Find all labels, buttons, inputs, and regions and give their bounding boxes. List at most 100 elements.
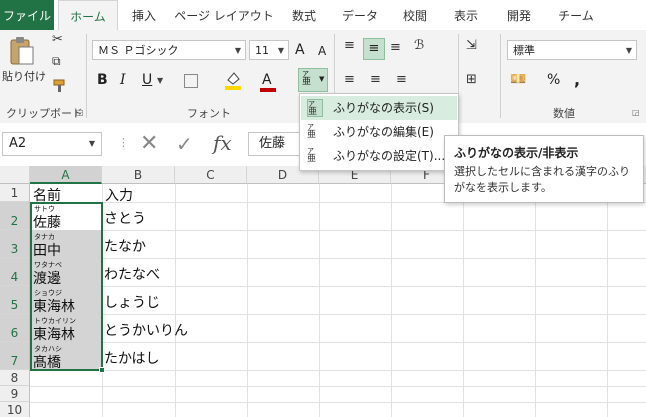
- comma-button[interactable]: ,: [574, 70, 580, 89]
- menu-item-edit-phonetic[interactable]: ア亜 ふりがなの編集(E): [301, 120, 457, 144]
- cell-b6[interactable]: とうかいりん: [104, 320, 188, 340]
- underline-button[interactable]: U: [142, 72, 152, 88]
- font-group-label: フォント: [187, 107, 231, 120]
- row-header-1[interactable]: 1: [0, 184, 30, 202]
- percent-button[interactable]: %: [547, 72, 560, 88]
- font-name-dropdown[interactable]: ＭＳ Ｐゴシック ▼: [92, 40, 246, 60]
- tab-file[interactable]: ファイル: [0, 0, 54, 30]
- align-center-icon[interactable]: ≡: [370, 72, 381, 87]
- column-header-c[interactable]: C: [175, 166, 247, 184]
- orientation-icon[interactable]: ℬ: [414, 38, 424, 53]
- fill-color-icon[interactable]: [224, 70, 242, 93]
- row-header-7[interactable]: 7: [0, 342, 30, 370]
- cell-b3[interactable]: たなか: [104, 236, 146, 256]
- tab-view[interactable]: 表示: [442, 0, 490, 30]
- wrap-text-icon[interactable]: ⇲: [466, 38, 477, 53]
- name-box[interactable]: A2 ▼: [2, 132, 102, 156]
- cell-a5[interactable]: 東海林: [33, 296, 75, 316]
- menu-item-label: ふりがなの編集(E): [333, 125, 434, 139]
- bold-button[interactable]: B: [97, 72, 108, 88]
- cancel-icon[interactable]: ✕: [140, 132, 158, 156]
- tooltip: ふりがなの表示/非表示 選択したセルに含まれる漢字のふりがなを表示します。: [444, 135, 644, 203]
- select-all-corner[interactable]: [0, 166, 30, 184]
- row-header-2[interactable]: 2: [0, 202, 30, 230]
- align-top-icon[interactable]: ≡: [344, 38, 355, 53]
- chevron-down-icon: ▼: [625, 46, 632, 55]
- insert-function-button[interactable]: fx: [213, 131, 232, 155]
- chevron-down-icon: ▼: [234, 46, 241, 55]
- clipboard-launcher-icon[interactable]: ◲: [76, 108, 84, 117]
- number-launcher-icon[interactable]: ◲: [632, 108, 640, 117]
- chevron-down-icon[interactable]: ▼: [157, 76, 163, 85]
- row-header-9[interactable]: 9: [0, 386, 30, 402]
- phonetic-guide-button[interactable]: ア亜 ▼: [298, 68, 328, 92]
- grid-line: [30, 286, 646, 287]
- font-color-button[interactable]: A: [262, 72, 272, 88]
- row-header-6[interactable]: 6: [0, 314, 30, 342]
- phonetic-edit-icon: ア亜: [307, 123, 317, 140]
- borders-icon[interactable]: [184, 74, 198, 88]
- cell-a3[interactable]: 田中: [33, 240, 61, 260]
- paste-button-label[interactable]: 貼り付け: [2, 68, 46, 84]
- cut-icon[interactable]: ✂: [52, 32, 63, 47]
- align-left-icon[interactable]: ≡: [344, 72, 355, 87]
- italic-button[interactable]: I: [120, 72, 126, 88]
- tab-page-layout[interactable]: ページ レイアウト: [172, 0, 276, 30]
- row-header-3[interactable]: 3: [0, 230, 30, 258]
- menu-item-label: ふりがなの設定(T)...: [333, 149, 446, 163]
- align-middle-icon[interactable]: ≡: [363, 38, 385, 60]
- grow-font-button[interactable]: A: [295, 42, 305, 58]
- cell-b4[interactable]: わたなべ: [104, 264, 160, 284]
- formula-bar-grip-icon: ⋮: [118, 136, 129, 149]
- paste-icon[interactable]: [8, 36, 36, 66]
- chevron-down-icon: ▼: [319, 75, 325, 83]
- align-bottom-icon[interactable]: ≡: [390, 40, 401, 55]
- cell-b1[interactable]: 入力: [105, 185, 133, 205]
- number-format-dropdown[interactable]: 標準 ▼: [507, 40, 637, 60]
- enter-icon[interactable]: ✓: [176, 132, 193, 156]
- phonetic-icon: ア亜: [302, 70, 312, 87]
- cell-a1[interactable]: 名前: [33, 185, 61, 205]
- row-header-8[interactable]: 8: [0, 370, 30, 386]
- tab-developer[interactable]: 開発: [494, 0, 544, 30]
- tab-home[interactable]: ホーム: [58, 0, 118, 31]
- cell-a7[interactable]: 髙橋: [33, 352, 61, 372]
- number-format-value: 標準: [513, 44, 535, 57]
- grid-line: [30, 258, 646, 259]
- format-painter-icon[interactable]: [53, 79, 67, 93]
- shrink-font-button[interactable]: A: [318, 44, 326, 58]
- name-box-value: A2: [9, 136, 27, 151]
- merge-center-icon[interactable]: ⊞: [466, 72, 477, 87]
- cell-a2[interactable]: 佐藤: [33, 212, 61, 232]
- tab-review[interactable]: 校閲: [392, 0, 438, 30]
- tab-insert[interactable]: 挿入: [120, 0, 168, 30]
- cell-b2[interactable]: さとう: [104, 208, 146, 228]
- ribbon-tab-bar: ファイル ホーム 挿入 ページ レイアウト 数式 データ 校閲 表示 開発 チー…: [0, 0, 646, 31]
- number-group-label: 数値: [553, 107, 575, 120]
- font-size-dropdown[interactable]: 11 ▼: [249, 40, 289, 60]
- row-header-10[interactable]: 10: [0, 402, 30, 417]
- grid-line: [175, 184, 176, 417]
- grid-line: [30, 370, 646, 371]
- row-header-4[interactable]: 4: [0, 258, 30, 286]
- phonetic-guide-menu: ア亜 ふりがなの表示(S) ア亜 ふりがなの編集(E) ア亜 ふりがなの設定(T…: [299, 93, 459, 171]
- cell-b7[interactable]: たかはし: [104, 348, 159, 368]
- align-right-icon[interactable]: ≡: [396, 72, 407, 87]
- cell-a4[interactable]: 渡邊: [33, 268, 61, 288]
- row-header-5[interactable]: 5: [0, 286, 30, 314]
- chevron-down-icon[interactable]: ▼: [89, 133, 95, 155]
- grid-line: [30, 386, 646, 387]
- tooltip-body: 選択したセルに含まれる漢字のふりがなを表示します。: [454, 165, 630, 194]
- cell-b5[interactable]: しょうじ: [104, 292, 160, 312]
- menu-item-show-phonetic[interactable]: ア亜 ふりがなの表示(S): [301, 96, 457, 120]
- tab-data[interactable]: データ: [332, 0, 388, 30]
- menu-item-phonetic-settings[interactable]: ア亜 ふりがなの設定(T)...: [301, 144, 457, 168]
- tab-team[interactable]: チーム: [548, 0, 604, 30]
- copy-icon[interactable]: ⧉: [52, 54, 61, 69]
- tab-formulas[interactable]: 数式: [280, 0, 328, 30]
- column-header-a[interactable]: A: [30, 166, 102, 184]
- grid-line: [30, 402, 646, 403]
- cell-a6[interactable]: 東海林: [33, 324, 75, 344]
- column-header-b[interactable]: B: [102, 166, 175, 184]
- currency-icon[interactable]: 💴: [510, 72, 526, 87]
